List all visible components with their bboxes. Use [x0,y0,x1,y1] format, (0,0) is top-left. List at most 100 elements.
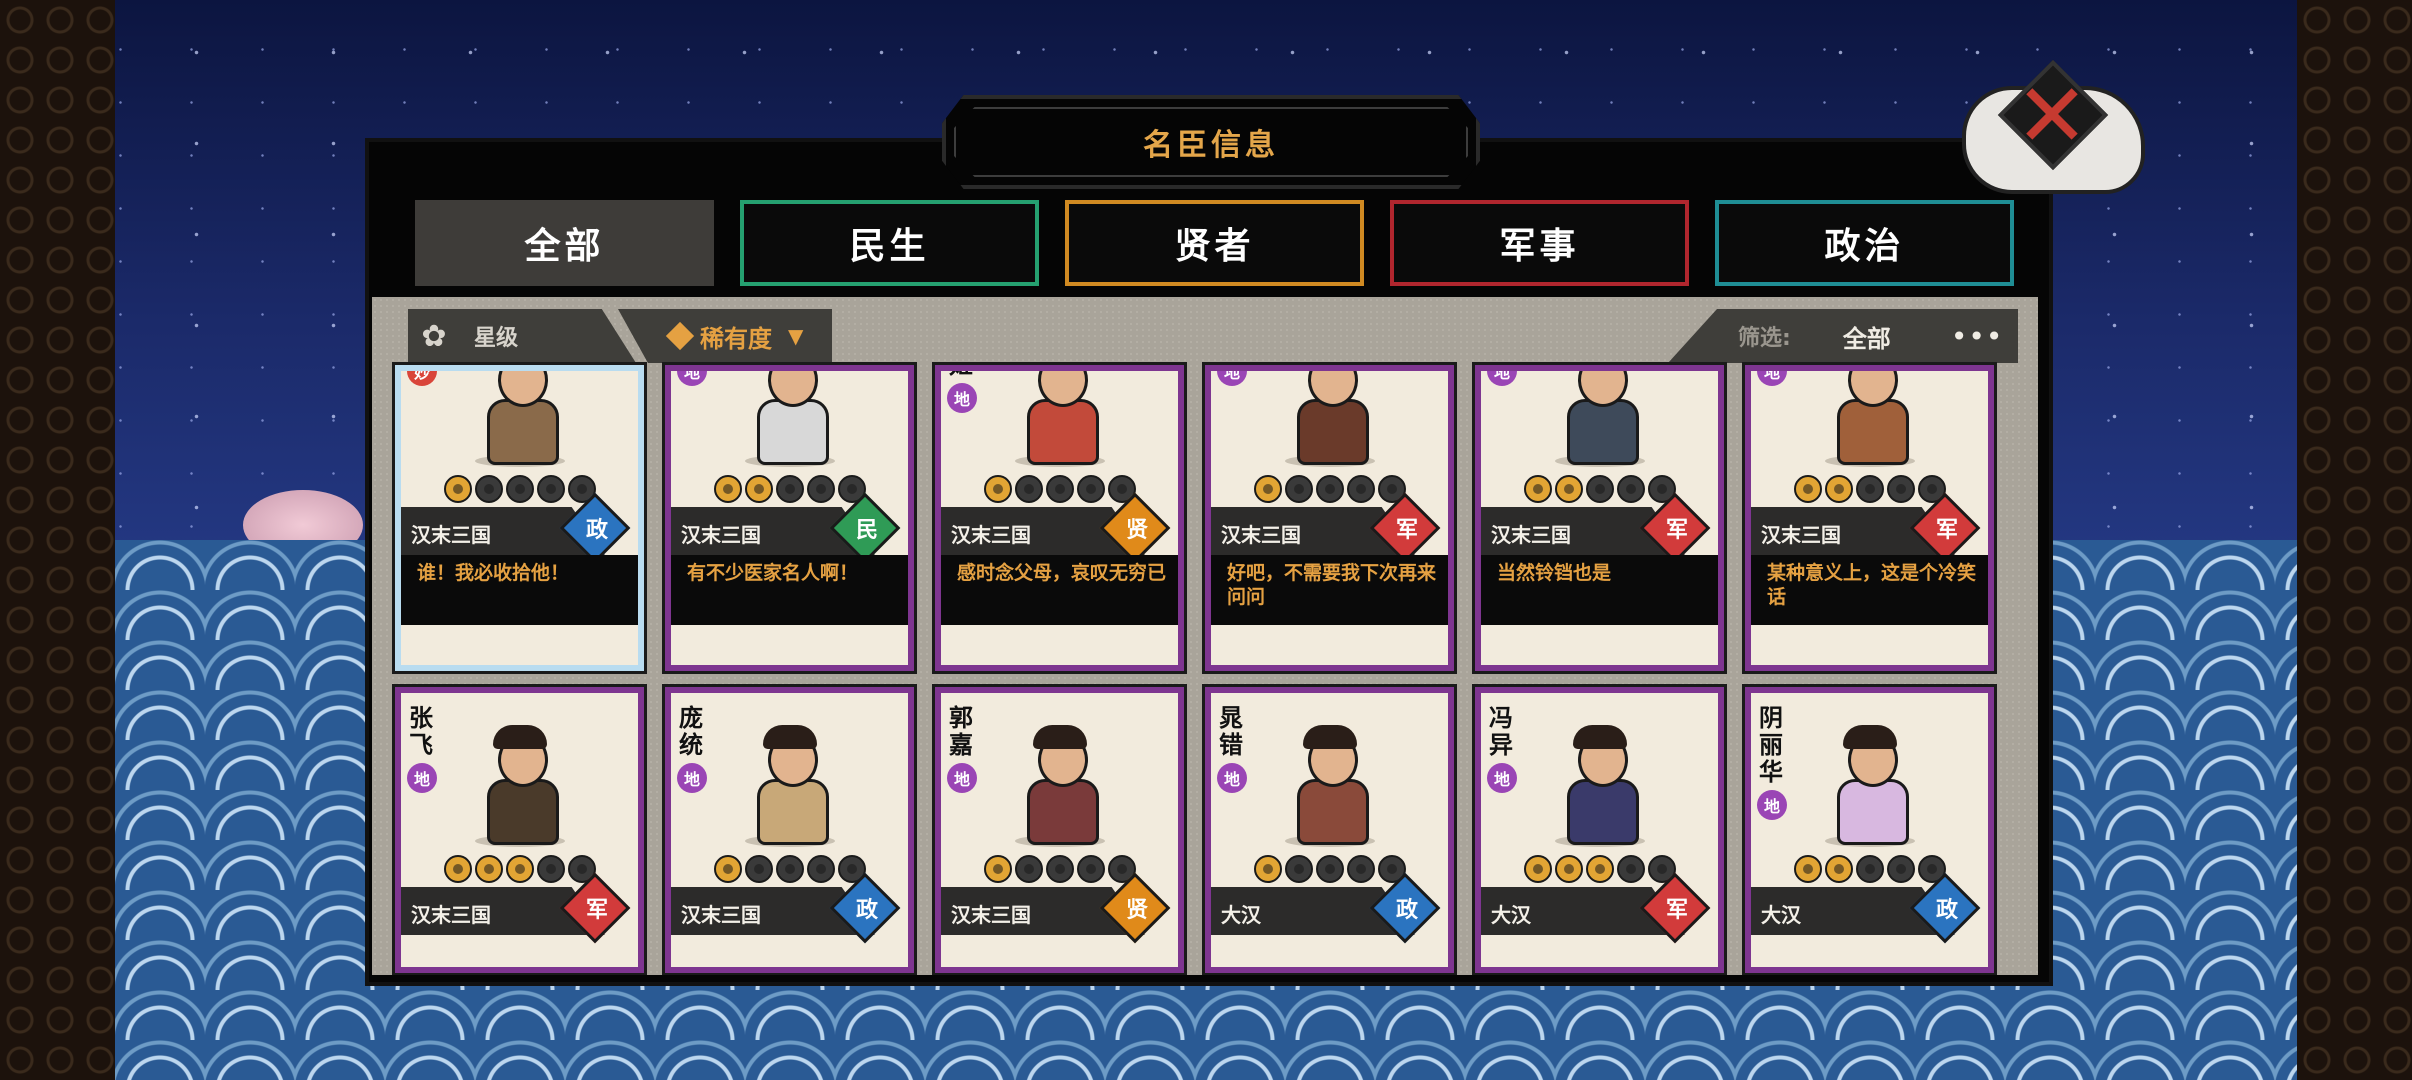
star-empty-icon [1616,855,1645,883]
minister-quote: 感时念父母，哀叹无穷已 [957,562,1167,584]
portrait-hair [1573,725,1627,749]
portrait-hair [763,365,817,369]
portrait-hair [1843,365,1897,369]
minister-portrait [743,365,835,467]
star-empty-icon [1014,475,1043,503]
minister-portrait [1823,365,1915,467]
era-label: 汉末三国 [1491,523,1571,547]
portrait-body [1297,399,1369,465]
star-empty-icon [1346,855,1375,883]
minister-quote: 谁！我必收拾他！ [417,562,570,584]
category-label: 军 [1935,518,1958,543]
star-empty-icon [1284,855,1313,883]
era-label: 汉末三国 [951,523,1031,547]
star-filled-icon [1793,855,1822,883]
star-filled-icon [1523,855,1552,883]
minister-name: 文姬 [949,365,973,379]
minister-portrait [473,723,565,847]
rank-badge: 地 [947,763,977,793]
star-filled-icon [1824,855,1853,883]
rank-badge: 妙 [407,371,437,386]
star-filled-icon [1554,855,1583,883]
minister-name: 阴丽华 [1759,704,1783,786]
minister-card[interactable]: 云 地 汉末三国 军 某种意义上，这是个冷笑话 [1745,365,1994,671]
minister-portrait [743,723,835,847]
minister-card[interactable]: 文姬 地 汉末三国 贤 感时念父母，哀叹无穷已 [935,365,1184,671]
sort-star-label: 星级 [474,326,519,351]
category-label: 贤 [1125,898,1148,923]
portrait-hair [1033,725,1087,749]
category-label: 军 [1665,898,1688,923]
flower-icon: ✿ [421,318,447,354]
star-filled-icon [983,475,1012,503]
minister-name: 郭嘉 [949,704,973,759]
portrait-body [487,779,559,845]
filter-control[interactable]: 筛选: 全部 ••• [1668,309,2018,363]
star-empty-icon [1045,855,1074,883]
rank-badge: 地 [407,763,437,793]
star-empty-icon [1346,475,1375,503]
minister-card[interactable]: 郭嘉 地 汉末三国 贤 [935,687,1184,973]
minister-quote: 某种意义上，这是个冷笑话 [1767,562,1977,608]
tab-livelihood[interactable]: 民生 [740,200,1039,286]
minister-card[interactable]: 张飞 地 汉末三国 军 [395,687,644,973]
minister-portrait [473,365,565,467]
diamond-icon [665,321,695,351]
rank-badge: 地 [1487,763,1517,793]
tab-all[interactable]: 全部 [415,200,714,286]
minister-card[interactable]: 庞统 地 汉末三国 政 [665,687,914,973]
minister-portrait [1013,723,1105,847]
star-rating [1211,855,1448,883]
minister-portrait [1283,723,1375,847]
star-filled-icon [713,475,742,503]
minister-card[interactable]: 阴丽华 地 大汉 政 [1745,687,1994,973]
star-filled-icon [1824,475,1853,503]
minister-name: 冯异 [1489,704,1513,759]
sort-by-rarity-button[interactable]: 稀有度 ▼ [618,309,832,363]
era-label: 汉末三国 [1221,523,1301,547]
star-empty-icon [536,475,565,503]
star-empty-icon [1315,475,1344,503]
star-rating [1481,855,1718,883]
minister-name: 晁错 [1219,704,1243,759]
tab-sage[interactable]: 贤者 [1065,200,1364,286]
minister-card[interactable]: 冯异 地 大汉 军 [1475,687,1724,973]
portrait-hair [493,725,547,749]
portrait-hair [1303,365,1357,369]
star-filled-icon [713,855,742,883]
portrait-body [1567,399,1639,465]
right-ornate-border [2293,0,2412,1080]
minister-name: 庞统 [679,704,703,759]
portrait-body [487,399,559,465]
more-options-icon[interactable]: ••• [1951,320,2004,353]
rank-badge: 地 [1487,371,1517,386]
close-button[interactable]: ✕ [1962,59,2145,196]
minister-card[interactable]: 正 妙 汉末三国 政 谁！我必收拾他！ [395,365,644,671]
star-empty-icon [1616,475,1645,503]
star-rating [1211,475,1448,503]
page-title: 名臣信息 [1143,128,1279,163]
sort-toolbar: ✿ 星级 稀有度 ▼ 筛选: 全部 ••• [372,297,2038,369]
star-rating [401,475,638,503]
era-label: 汉末三国 [951,903,1031,927]
minister-card[interactable]: 仁 地 汉末三国 军 好吧，不需要我下次再来问问 [1205,365,1454,671]
minister-card[interactable]: 丁 地 汉末三国 军 当然铃铛也是 [1475,365,1724,671]
minister-card-grid: 正 妙 汉末三国 政 谁！我必收拾他！ 佗 地 [395,365,2015,975]
star-empty-icon [536,855,565,883]
star-filled-icon [474,855,503,883]
rank-badge: 地 [677,763,707,793]
portrait-body [1567,779,1639,845]
star-empty-icon [806,855,835,883]
dropdown-arrow-icon: ▼ [788,324,804,348]
star-rating [941,855,1178,883]
minister-list-area: ✿ 星级 稀有度 ▼ 筛选: 全部 ••• 正 妙 [372,297,2038,975]
tab-military[interactable]: 军事 [1390,200,1689,286]
tab-politics[interactable]: 政治 [1715,200,2014,286]
sort-by-star-button[interactable]: ✿ 星级 [408,309,636,363]
minister-card[interactable]: 晁错 地 大汉 政 [1205,687,1454,973]
portrait-hair [493,365,547,369]
star-filled-icon [1523,475,1552,503]
minister-card[interactable]: 佗 地 汉末三国 民 有不少医家名人啊！ [665,365,914,671]
portrait-body [1027,399,1099,465]
star-filled-icon [443,855,472,883]
